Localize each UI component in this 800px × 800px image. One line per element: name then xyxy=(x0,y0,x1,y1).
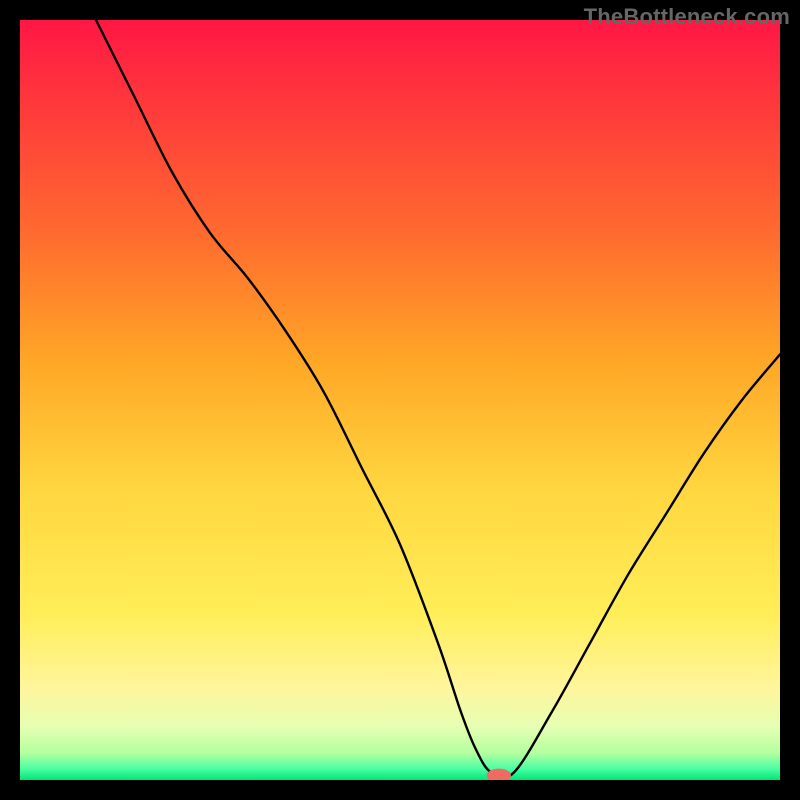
watermark-text: TheBottleneck.com xyxy=(584,4,790,30)
plot-area xyxy=(20,20,780,780)
plot-svg xyxy=(20,20,780,780)
gradient-background xyxy=(20,20,780,780)
chart-container: TheBottleneck.com xyxy=(0,0,800,800)
